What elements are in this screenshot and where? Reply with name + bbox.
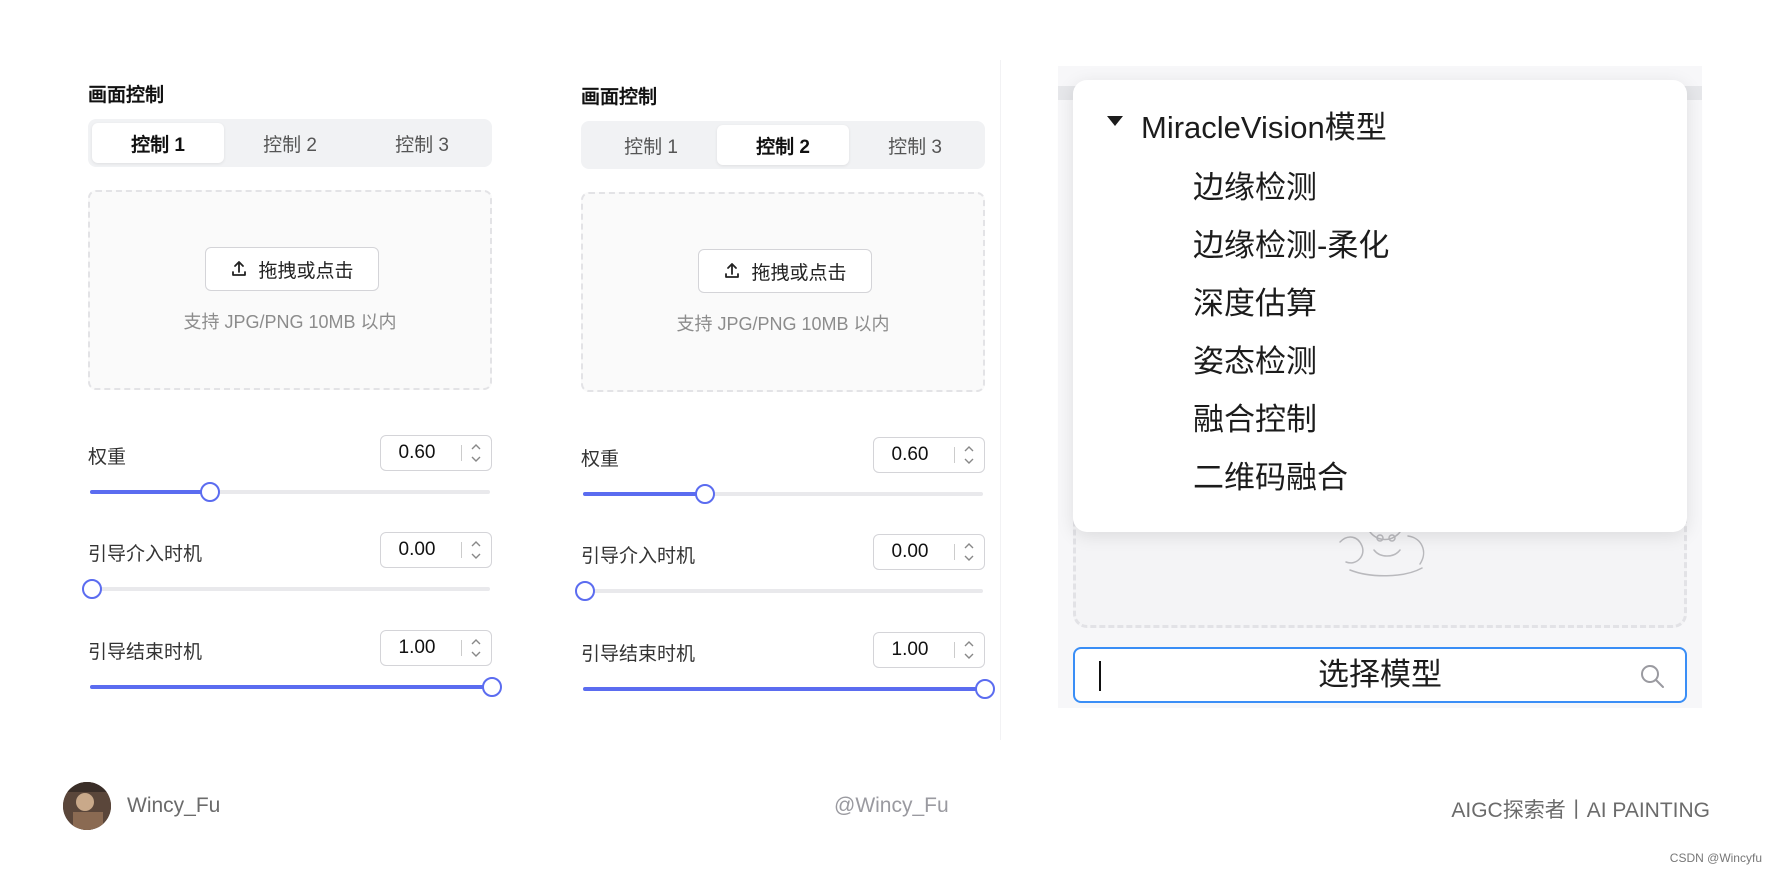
- slider-thumb[interactable]: [82, 579, 102, 599]
- watermark: CSDN @Wincyfu: [1669, 851, 1762, 865]
- guidance-end-slider[interactable]: [90, 677, 502, 697]
- tab-control-3[interactable]: 控制 3: [849, 125, 981, 165]
- chevron-up-icon[interactable]: [469, 538, 483, 550]
- chevron-down-icon[interactable]: [962, 455, 976, 467]
- weight-input[interactable]: 0.60: [380, 435, 492, 471]
- stepper-divider: [461, 542, 462, 558]
- chevron-up-icon[interactable]: [962, 540, 976, 552]
- slider-fill: [583, 687, 983, 691]
- upload-hint: 支持 JPG/PNG 10MB 以内: [183, 312, 397, 332]
- model-option[interactable]: 边缘检测-柔化: [1193, 220, 1389, 265]
- control-tabs: 控制 1 控制 2 控制 3: [581, 121, 985, 169]
- upload-button[interactable]: 拖拽或点击: [698, 249, 872, 293]
- author-name: Wincy_Fu: [127, 794, 221, 817]
- chevron-up-icon[interactable]: [962, 443, 976, 455]
- chevron-up-icon[interactable]: [469, 441, 483, 453]
- guidance-start-label: 引导介入时机: [581, 546, 696, 567]
- model-group-label[interactable]: MiracleVision模型: [1141, 102, 1387, 147]
- weight-value[interactable]: 0.60: [874, 438, 946, 472]
- control-tabs: 控制 1 控制 2 控制 3: [88, 119, 492, 167]
- weight-label: 权重: [88, 447, 127, 468]
- stepper-divider: [461, 445, 462, 461]
- slider-thumb[interactable]: [575, 581, 595, 601]
- upload-button-label: 拖拽或点击: [258, 260, 354, 282]
- avatar: [63, 782, 111, 830]
- guidance-end-slider[interactable]: [583, 679, 995, 699]
- slider-fill: [90, 490, 210, 494]
- upload-icon: [232, 261, 247, 276]
- tab-control-2[interactable]: 控制 2: [717, 125, 849, 165]
- guidance-start-input[interactable]: 0.00: [380, 532, 492, 568]
- search-icon[interactable]: [1639, 663, 1665, 689]
- chevron-down-icon[interactable]: [469, 648, 483, 660]
- tab-control-1[interactable]: 控制 1: [92, 123, 224, 163]
- chevron-up-icon[interactable]: [469, 636, 483, 648]
- stepper-divider: [461, 640, 462, 656]
- weight-input[interactable]: 0.60: [873, 437, 985, 473]
- caret-down-icon[interactable]: [1107, 116, 1123, 126]
- slider-fill: [90, 685, 490, 689]
- weight-label: 权重: [581, 449, 620, 470]
- model-option[interactable]: 姿态检测: [1193, 336, 1317, 381]
- guidance-end-input[interactable]: 1.00: [873, 632, 985, 668]
- model-option[interactable]: 二维码融合: [1193, 452, 1348, 497]
- stepper-divider: [954, 544, 955, 560]
- upload-dropzone[interactable]: 拖拽或点击 支持 JPG/PNG 10MB 以内: [581, 192, 985, 392]
- model-option[interactable]: 边缘检测: [1193, 162, 1317, 207]
- stepper-divider: [954, 447, 955, 463]
- slider-fill: [583, 492, 703, 496]
- author-tagline: AIGC探索者丨AI PAINTING: [1451, 799, 1710, 822]
- guidance-end-label: 引导结束时机: [88, 642, 203, 663]
- model-dropdown: MiracleVision模型 边缘检测 边缘检测-柔化 深度估算 姿态检测 融…: [1073, 80, 1687, 532]
- slider-thumb[interactable]: [482, 677, 502, 697]
- weight-value[interactable]: 0.60: [381, 436, 453, 470]
- chevron-down-icon[interactable]: [469, 550, 483, 562]
- panel-title: 画面控制: [581, 87, 658, 108]
- avatar-image: [63, 782, 111, 830]
- upload-button-label: 拖拽或点击: [751, 262, 847, 284]
- control-panel-1: 画面控制 控制 1 控制 2 控制 3 拖拽或点击 支持 JPG/PNG 10M…: [82, 80, 502, 700]
- guidance-end-label: 引导结束时机: [581, 644, 696, 665]
- upload-button[interactable]: 拖拽或点击: [205, 247, 379, 291]
- guidance-end-value[interactable]: 1.00: [874, 633, 946, 667]
- upload-icon: [725, 263, 740, 278]
- upload-hint: 支持 JPG/PNG 10MB 以内: [676, 314, 890, 334]
- chevron-down-icon[interactable]: [469, 453, 483, 465]
- weight-slider[interactable]: [583, 484, 983, 504]
- chevron-up-icon[interactable]: [962, 638, 976, 650]
- guidance-start-input[interactable]: 0.00: [873, 534, 985, 570]
- model-search-value[interactable]: 选择模型: [1075, 649, 1685, 701]
- guidance-end-value[interactable]: 1.00: [381, 631, 453, 665]
- chevron-down-icon[interactable]: [962, 552, 976, 564]
- guidance-start-value[interactable]: 0.00: [381, 533, 453, 567]
- tab-control-2[interactable]: 控制 2: [224, 123, 356, 163]
- guidance-start-slider[interactable]: [82, 579, 490, 599]
- stepper-divider: [954, 642, 955, 658]
- slider-thumb[interactable]: [975, 679, 995, 699]
- guidance-start-label: 引导介入时机: [88, 544, 203, 565]
- guidance-start-value[interactable]: 0.00: [874, 535, 946, 569]
- author-handle: @Wincy_Fu: [834, 794, 949, 817]
- guidance-start-slider[interactable]: [575, 581, 983, 601]
- weight-slider[interactable]: [90, 482, 490, 502]
- guidance-end-input[interactable]: 1.00: [380, 630, 492, 666]
- model-option[interactable]: 融合控制: [1193, 394, 1317, 439]
- tab-control-1[interactable]: 控制 1: [585, 125, 717, 165]
- model-search-input[interactable]: 选择模型: [1073, 647, 1687, 703]
- upload-dropzone[interactable]: 拖拽或点击 支持 JPG/PNG 10MB 以内: [88, 190, 492, 390]
- chevron-down-icon[interactable]: [962, 650, 976, 662]
- slider-thumb[interactable]: [695, 484, 715, 504]
- slider-thumb[interactable]: [200, 482, 220, 502]
- panel-divider: [1000, 60, 1001, 740]
- control-panel-2: 画面控制 控制 1 控制 2 控制 3 拖拽或点击 支持 JPG/PNG 10M…: [575, 82, 995, 702]
- model-option[interactable]: 深度估算: [1193, 278, 1317, 323]
- tab-control-3[interactable]: 控制 3: [356, 123, 488, 163]
- panel-title: 画面控制: [88, 85, 165, 106]
